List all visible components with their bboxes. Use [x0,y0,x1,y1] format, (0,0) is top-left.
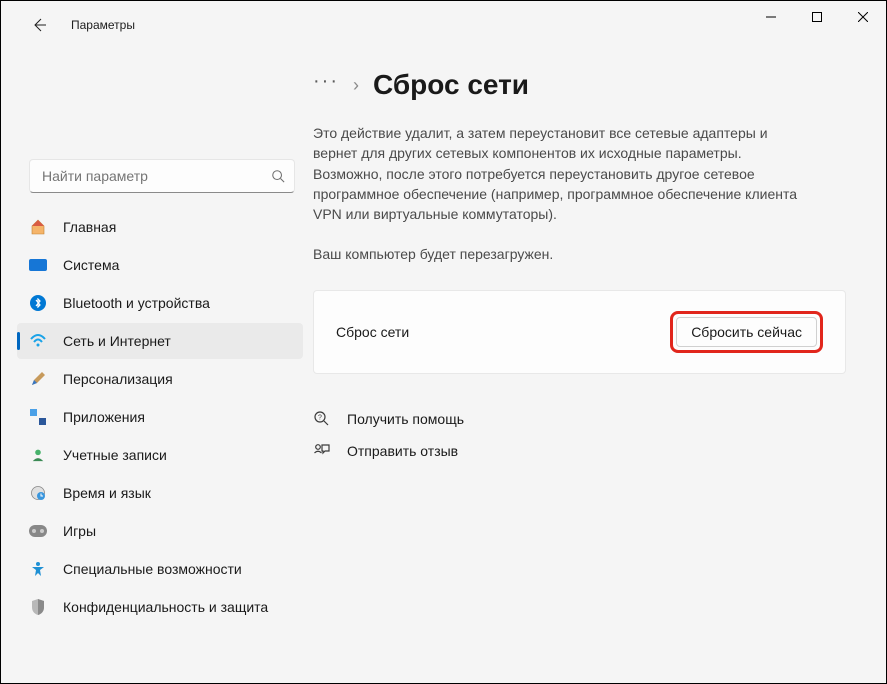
sidebar-item-label: Главная [63,219,116,235]
accessibility-icon [29,560,47,578]
minimize-button[interactable] [748,1,794,33]
globe-clock-icon [29,484,47,502]
sidebar-item-label: Специальные возможности [63,561,242,577]
main-content: ··· › Сброс сети Это действие удалит, а … [311,49,886,683]
system-icon [29,256,47,274]
search-input[interactable] [29,159,295,193]
maximize-button[interactable] [794,1,840,33]
sidebar-item-apps[interactable]: Приложения [17,399,303,435]
sidebar-item-label: Время и язык [63,485,151,501]
home-icon [29,218,47,236]
get-help-link[interactable]: ? Получить помощь [313,410,846,428]
reset-card: Сброс сети Сбросить сейчас [313,290,846,374]
sidebar-item-accessibility[interactable]: Специальные возможности [17,551,303,587]
sidebar-item-accounts[interactable]: Учетные записи [17,437,303,473]
get-help-label: Получить помощь [347,411,464,427]
sidebar-item-label: Сеть и Интернет [63,333,171,349]
search-icon [271,169,285,183]
shield-icon [29,598,47,616]
wifi-icon [29,332,47,350]
sidebar-item-gaming[interactable]: Игры [17,513,303,549]
sidebar-nav: Главная Система Bluetooth и устройства С… [17,209,311,625]
sidebar-item-label: Конфиденциальность и защита [63,599,268,615]
help-icon: ? [313,410,331,428]
footer-links: ? Получить помощь Отправить отзыв [313,410,846,460]
highlight-annotation: Сбросить сейчас [670,311,823,353]
sidebar-item-label: Bluetooth и устройства [63,295,210,311]
svg-text:?: ? [318,415,322,422]
sidebar-item-privacy[interactable]: Конфиденциальность и защита [17,589,303,625]
feedback-label: Отправить отзыв [347,443,458,459]
chevron-right-icon: › [353,75,359,96]
sidebar-item-personalization[interactable]: Персонализация [17,361,303,397]
sidebar-item-network[interactable]: Сеть и Интернет [17,323,303,359]
reset-card-label: Сброс сети [336,324,409,340]
reset-now-button[interactable]: Сбросить сейчас [676,317,817,347]
close-button[interactable] [840,1,886,33]
feedback-icon [313,442,331,460]
person-icon [29,446,47,464]
feedback-link[interactable]: Отправить отзыв [313,442,846,460]
app-title: Параметры [71,18,135,32]
sidebar-item-system[interactable]: Система [17,247,303,283]
sidebar-item-label: Система [63,257,119,273]
page-title: Сброс сети [373,69,529,101]
breadcrumb: ··· › Сброс сети [313,69,846,101]
sidebar: Главная Система Bluetooth и устройства С… [1,49,311,683]
window-controls [748,1,886,33]
sidebar-item-bluetooth[interactable]: Bluetooth и устройства [17,285,303,321]
bluetooth-icon [29,294,47,312]
apps-icon [29,408,47,426]
reset-description: Это действие удалит, а затем переустанов… [313,123,813,224]
sidebar-item-label: Учетные записи [63,447,167,463]
sidebar-item-time-language[interactable]: Время и язык [17,475,303,511]
restart-note: Ваш компьютер будет перезагружен. [313,246,846,262]
title-bar: Параметры [1,1,886,49]
paintbrush-icon [29,370,47,388]
sidebar-item-label: Персонализация [63,371,173,387]
sidebar-item-home[interactable]: Главная [17,209,303,245]
sidebar-item-label: Игры [63,523,96,539]
gamepad-icon [29,522,47,540]
sidebar-item-label: Приложения [63,409,145,425]
breadcrumb-ellipsis[interactable]: ··· [313,71,339,91]
back-button[interactable] [21,7,57,43]
search-field-wrap [29,159,295,193]
